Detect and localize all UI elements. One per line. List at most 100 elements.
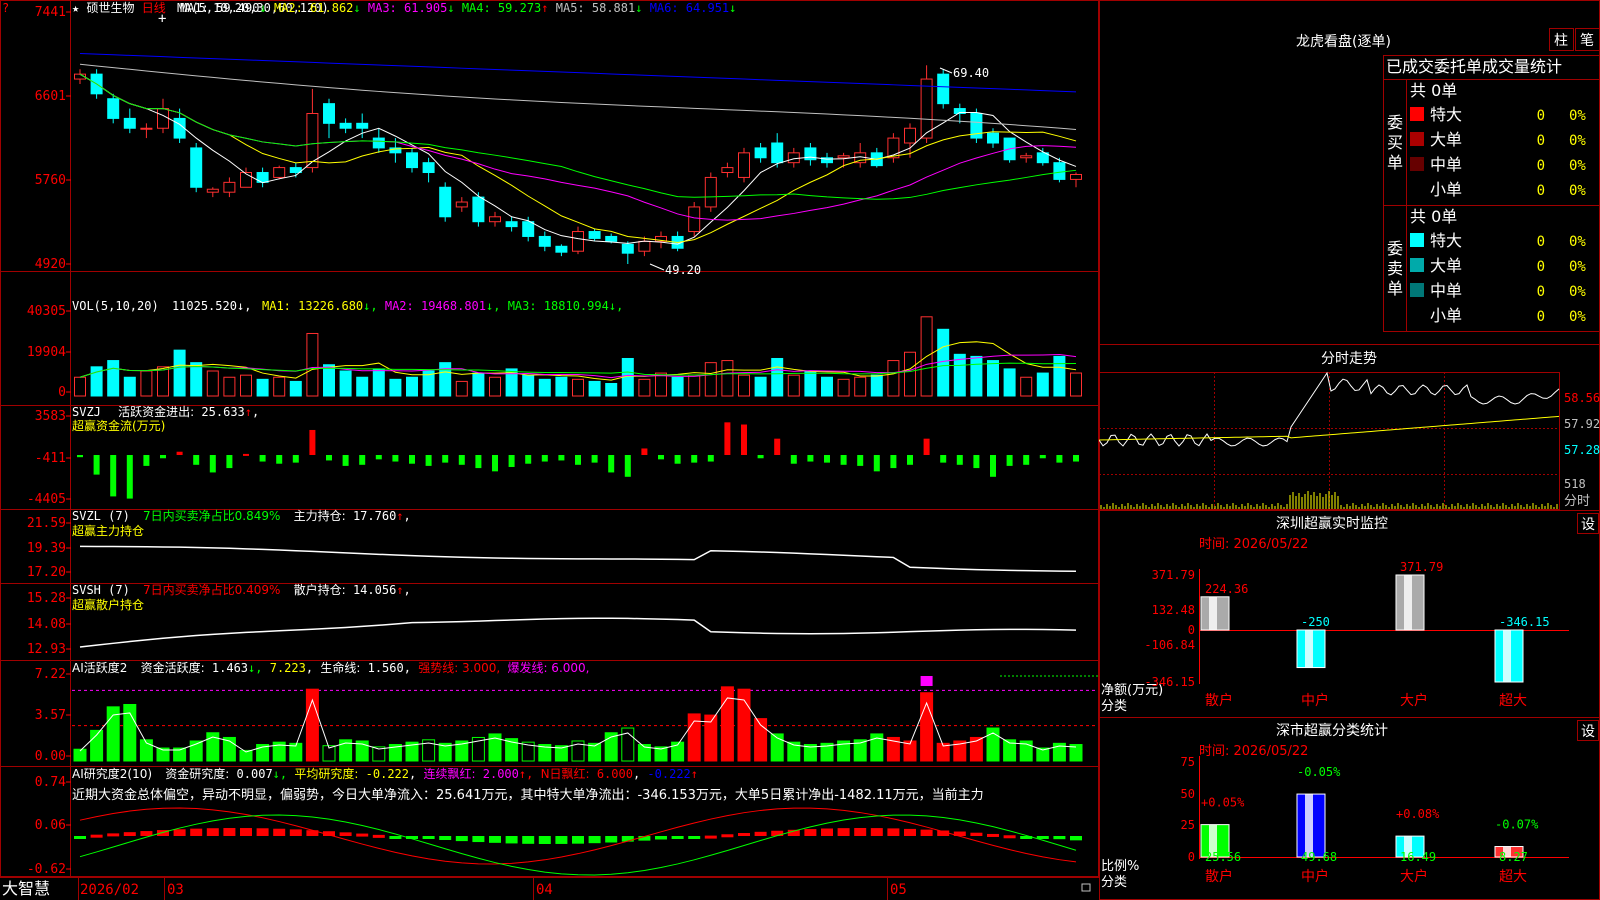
svzj-bar (807, 455, 814, 462)
bar-mode-button[interactable]: 柱 (1549, 28, 1574, 51)
ma-dir: ↓ (353, 1, 367, 15)
candle-body (555, 245, 568, 253)
svg-text:设: 设 (1581, 724, 1595, 740)
volume-bar (140, 370, 153, 397)
right-panels: 龙虎看盘(逐单) 柱 笔 已成交委托单成交量统计 委买单 委卖单 共 0单 共 … (1099, 0, 1600, 900)
ai-activity-bars (72, 675, 1098, 762)
ma-value: MA4: 59.273 (462, 1, 541, 15)
research-bar (389, 836, 402, 839)
volume-bar (306, 332, 319, 397)
candle-body (107, 98, 120, 119)
research-bar (190, 828, 203, 836)
research-bar (655, 836, 667, 840)
sell-total: 共 0单 (1410, 207, 1457, 226)
svzj-bar (890, 455, 897, 469)
chart-y-tick: 0 (1188, 850, 1195, 864)
svzj-header: SVZJ 活跃资金进出: 25.633↑, (72, 404, 259, 419)
chart-y-tick: 50 (1181, 787, 1195, 801)
svzj-bar (724, 422, 731, 455)
svzj-bar (873, 455, 880, 472)
svzj-bar (1073, 455, 1079, 462)
lhb-row-label: 小单 (1430, 180, 1462, 199)
lhb-row-label: 大单 (1430, 256, 1462, 275)
volume-bar (538, 378, 551, 397)
candle-body (754, 147, 767, 159)
x-label-may: 05 (890, 882, 907, 898)
research-bar (339, 832, 352, 836)
volume-bar (837, 378, 850, 397)
candle-body (688, 206, 701, 233)
candle-body (190, 147, 203, 188)
svzj-bar (475, 455, 482, 469)
ai1-header: AI活跃度2 资金活跃度: 1.463↓, 7.223, 生命线: 1.560,… (72, 660, 589, 675)
szcls-chart: 75 50 25 0 25.56 散户 +0.05% 49.68 中户 -0.05% 16.49 大户… (1181, 755, 1569, 885)
y-tick-label: 3.57 (35, 708, 66, 723)
lhb-color-swatch (1410, 233, 1424, 247)
category-value-label: 8.27 (1499, 850, 1528, 864)
candle-body (987, 132, 999, 144)
volume-bar (223, 376, 236, 397)
svzj-subtitle: 超赢资金流(万元) (72, 418, 165, 433)
volume-bar (1053, 355, 1066, 397)
kline-chart-area[interactable]: 7441 6601 5760 4920 40305 19904 0 3583 -411 -4405… (0, 0, 1099, 900)
volume-bar (1070, 372, 1082, 397)
y-tick-label: 40305 (27, 304, 66, 319)
vol-ma-dir: ↓, (363, 299, 385, 313)
szmon-settings-button[interactable]: 设 (1577, 513, 1599, 534)
candle-body (721, 167, 734, 174)
vol-ma-dir: ↓, (609, 299, 623, 313)
candle-body (1053, 162, 1066, 180)
volume-bar (1020, 376, 1033, 397)
szcls-settings-button[interactable]: 设 (1577, 720, 1599, 741)
lhb-row-count: 0 (1537, 158, 1545, 174)
research-bar (422, 836, 435, 839)
svzj-bar (541, 455, 548, 462)
help-tag: ? (2, 1, 9, 15)
research-bar (920, 829, 933, 836)
tick-mode-button[interactable]: 笔 (1575, 28, 1600, 51)
candle-body (140, 127, 153, 130)
svsh-line (79, 617, 1077, 648)
svzj-bar (276, 455, 283, 464)
research-bar (123, 832, 136, 836)
volume-bar (323, 364, 335, 397)
category-value-label: 371.79 (1400, 560, 1443, 574)
vertical-char: 单 (1387, 153, 1403, 172)
svzj-bar (774, 438, 781, 455)
svsh-subtitle: 超赢散户持仓 (72, 597, 144, 612)
volume-bar (356, 376, 369, 397)
research-bar (223, 828, 236, 836)
research-bar (987, 833, 999, 837)
volume-bar (439, 362, 452, 397)
research-bar (721, 834, 734, 838)
svzj-bar (907, 455, 913, 465)
volume-bar (107, 360, 120, 397)
y-axis-labels: 7441 6601 5760 4920 40305 19904 0 3583 -411 -4405… (27, 5, 71, 877)
category-label: 散户 (1205, 868, 1233, 885)
lhb-row-label: 中单 (1430, 155, 1462, 174)
svzj-bar (508, 455, 515, 467)
burst-marker (920, 676, 933, 686)
candle-body (223, 181, 236, 193)
category-label: 中户 (1301, 868, 1329, 885)
ai-research-bars (74, 807, 1082, 876)
high-label: 69.40 (953, 66, 989, 80)
lhb-row-count: 0 (1537, 183, 1545, 199)
volume-bar (339, 370, 352, 397)
intraday-title: 分时走势 (1321, 351, 1377, 367)
vol-ma-value: MA2: 19468.801 (385, 299, 486, 313)
candle-body (323, 103, 335, 124)
vertical-char: 卖 (1387, 259, 1403, 278)
svzj-bar (525, 455, 532, 464)
research-bar (970, 832, 983, 836)
candle-body (937, 73, 950, 105)
svg-text:设: 设 (1581, 517, 1595, 533)
szcls-title: 深市超赢分类统计 (1276, 722, 1388, 739)
research-bar (688, 836, 701, 839)
lhb-row-count: 0 (1537, 108, 1545, 124)
y-tick-label: 4920 (35, 257, 66, 272)
candle-body (422, 162, 435, 174)
low-label: 49.20 (665, 263, 701, 277)
candlestick-series (74, 65, 1082, 264)
volume-bar (987, 360, 999, 397)
